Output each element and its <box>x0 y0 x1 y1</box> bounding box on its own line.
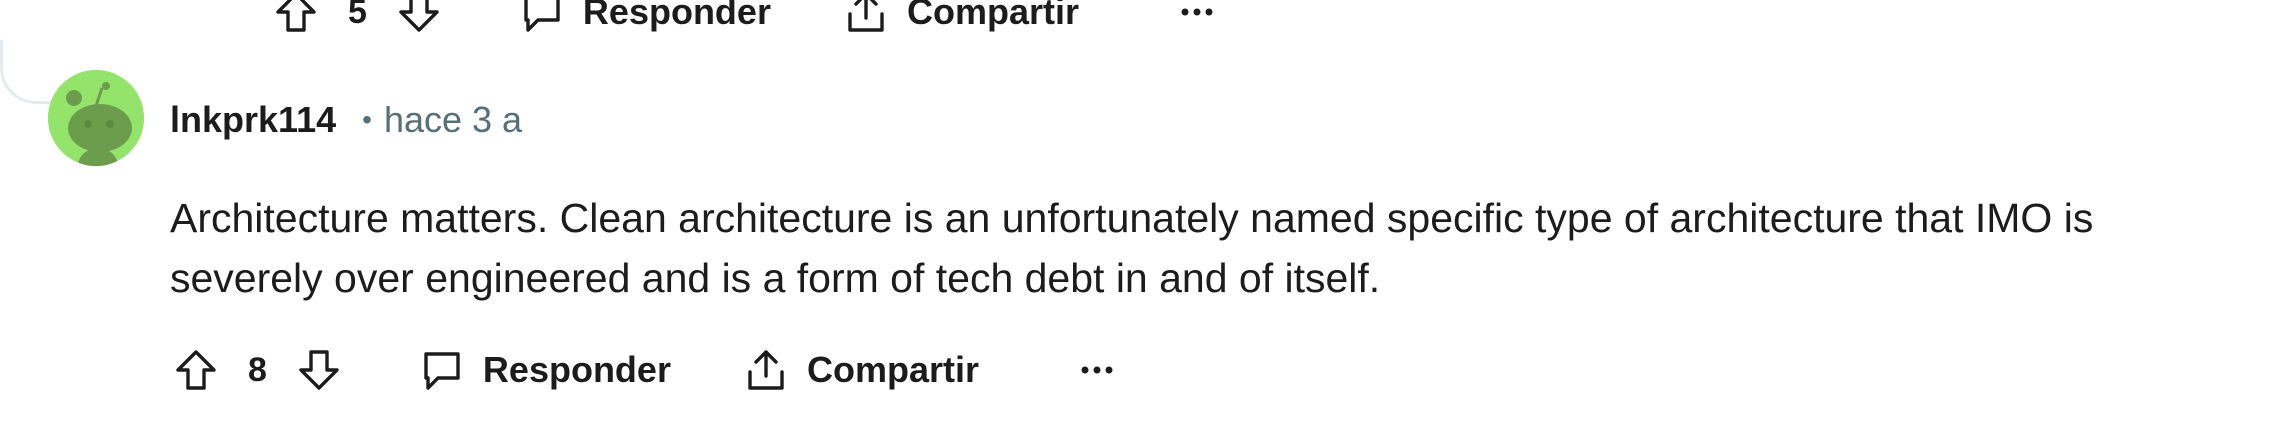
share-icon <box>741 345 791 395</box>
share-button[interactable]: Compartir <box>741 345 979 395</box>
meta-separator: • <box>362 104 372 135</box>
downvote-icon[interactable] <box>391 0 447 40</box>
thread-connector-line[interactable] <box>0 40 60 104</box>
vote-group: 8 <box>168 342 347 398</box>
previous-reply-label: Responder <box>582 0 771 32</box>
previous-vote-count: 5 <box>348 0 367 31</box>
avatar[interactable] <box>48 70 144 166</box>
comment-icon <box>517 0 567 37</box>
share-icon <box>841 0 891 37</box>
more-icon <box>1181 8 1213 16</box>
reply-button[interactable]: Responder <box>417 345 671 395</box>
previous-more-button[interactable] <box>1179 6 1215 18</box>
comment-actions: 8 Responder Compartir <box>168 340 1115 400</box>
share-label: Compartir <box>806 349 979 390</box>
comment-icon <box>417 345 467 395</box>
previous-comment-actions: 5 Responder Compartir <box>268 0 1215 42</box>
more-icon <box>1081 366 1113 374</box>
previous-reply-button[interactable]: Responder <box>517 0 771 37</box>
previous-share-button[interactable]: Compartir <box>841 0 1079 37</box>
comment-body: Architecture matters. Clean architecture… <box>170 195 2094 301</box>
upvote-icon[interactable] <box>268 0 324 40</box>
vote-count: 8 <box>248 351 267 389</box>
downvote-icon[interactable] <box>291 342 347 398</box>
comment-timestamp[interactable]: hace 3 a <box>384 99 522 141</box>
more-button[interactable] <box>1079 364 1115 376</box>
upvote-icon[interactable] <box>168 342 224 398</box>
comment-header: lnkprk114 • hace 3 a <box>170 94 522 146</box>
previous-share-label: Compartir <box>906 0 1079 32</box>
comment-thread: 5 Responder Compartir lnkprk114 • hace 3… <box>0 0 2278 430</box>
previous-vote-group: 5 <box>268 0 447 40</box>
username[interactable]: lnkprk114 <box>170 99 336 141</box>
reply-label: Responder <box>482 349 671 390</box>
snoo-avatar-icon <box>48 70 144 166</box>
